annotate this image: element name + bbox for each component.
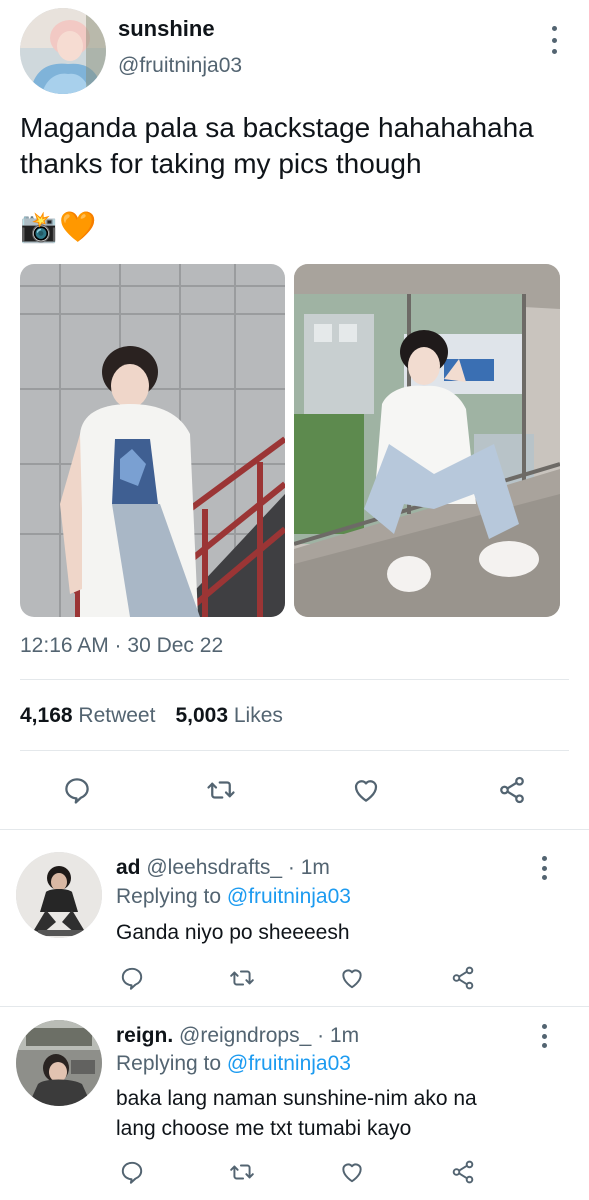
- photo-staircase: [20, 264, 285, 617]
- engagement-stats: 4,168 Retweet 5,003 Likes: [20, 704, 283, 728]
- retweets-label: Retweet: [78, 704, 156, 727]
- reply-2-text-line-2: lang choose me txt tumabi kayo: [116, 1117, 412, 1140]
- reply-2-text-line-1: baka lang naman sunshine-nim ako na: [116, 1087, 477, 1110]
- avatar-photo: [16, 852, 102, 938]
- retweet-icon[interactable]: [226, 962, 258, 994]
- retweet-icon[interactable]: [226, 1156, 258, 1188]
- avatar-photo: [20, 8, 106, 94]
- tweet-text-line-1: Maganda pala sa backstage hahahahaha: [20, 112, 534, 143]
- replying-label: Replying to: [116, 1052, 222, 1075]
- author-handle[interactable]: @fruitninja03: [118, 54, 242, 78]
- retweet-icon[interactable]: [205, 774, 237, 806]
- thread-divider: [0, 829, 589, 830]
- tweet-text: Maganda pala sa backstage hahahahaha tha…: [20, 110, 580, 182]
- reply-2-header: reign. @reigndrops_ · 1m: [116, 1024, 359, 1048]
- tweet-text-line-2: thanks for taking my pics though: [20, 148, 422, 179]
- likes-count: 5,003: [175, 704, 229, 727]
- heart-icon[interactable]: [336, 1156, 368, 1188]
- tweet-emojis: 📸 🧡: [20, 208, 97, 248]
- reply-1-text: Ganda niyo po sheeeesh: [116, 918, 556, 948]
- divider-bottom: [20, 750, 569, 751]
- retweets-count: 4,168: [20, 704, 73, 727]
- orange-heart-emoji: 🧡: [59, 211, 97, 244]
- heart-icon[interactable]: [336, 962, 368, 994]
- tweet-photo-2[interactable]: [294, 264, 560, 617]
- reply-1-meta[interactable]: @leehsdrafts_ · 1m: [146, 856, 330, 879]
- reply-1-replying-to: Replying to @fruitninja03: [116, 885, 351, 909]
- reply-2-replying-to: Replying to @fruitninja03: [116, 1052, 351, 1076]
- author-display-name[interactable]: sunshine: [118, 16, 215, 42]
- tweet-timestamp[interactable]: 12:16 AM · 30 Dec 22: [20, 634, 223, 658]
- more-vertical-icon[interactable]: [549, 26, 559, 54]
- replying-mention[interactable]: @fruitninja03: [227, 885, 351, 908]
- share-icon[interactable]: [447, 1156, 479, 1188]
- reply-2-name[interactable]: reign.: [116, 1024, 173, 1047]
- tweet-photo-1[interactable]: [20, 264, 285, 617]
- reply-2-meta[interactable]: @reigndrops_ · 1m: [179, 1024, 359, 1047]
- photo-window: [294, 264, 560, 617]
- reply-1-name[interactable]: ad: [116, 856, 141, 879]
- camera-flash-emoji: 📸: [20, 211, 58, 244]
- reply-2-avatar[interactable]: [16, 1020, 102, 1106]
- reply-divider: [0, 1006, 589, 1007]
- replying-label: Replying to: [116, 885, 222, 908]
- share-icon[interactable]: [447, 962, 479, 994]
- likes-stat[interactable]: 5,003 Likes: [175, 704, 282, 728]
- author-avatar[interactable]: [20, 8, 106, 94]
- reply-icon[interactable]: [61, 774, 93, 806]
- likes-label: Likes: [233, 704, 283, 727]
- share-icon[interactable]: [496, 774, 528, 806]
- reply-1-text-line-1: Ganda niyo po sheeeesh: [116, 921, 350, 944]
- retweets-stat[interactable]: 4,168 Retweet: [20, 704, 155, 728]
- reply-1-header: ad @leehsdrafts_ · 1m: [116, 856, 330, 880]
- reply-1-avatar[interactable]: [16, 852, 102, 938]
- avatar-photo: [16, 1020, 102, 1106]
- replying-mention[interactable]: @fruitninja03: [227, 1052, 351, 1075]
- more-vertical-icon[interactable]: [539, 856, 549, 880]
- reply-icon[interactable]: [116, 1156, 148, 1188]
- reply-icon[interactable]: [116, 962, 148, 994]
- divider-top: [20, 679, 569, 680]
- more-vertical-icon[interactable]: [539, 1024, 549, 1048]
- heart-icon[interactable]: [350, 774, 382, 806]
- reply-2-text: baka lang naman sunshine-nim ako na lang…: [116, 1084, 556, 1144]
